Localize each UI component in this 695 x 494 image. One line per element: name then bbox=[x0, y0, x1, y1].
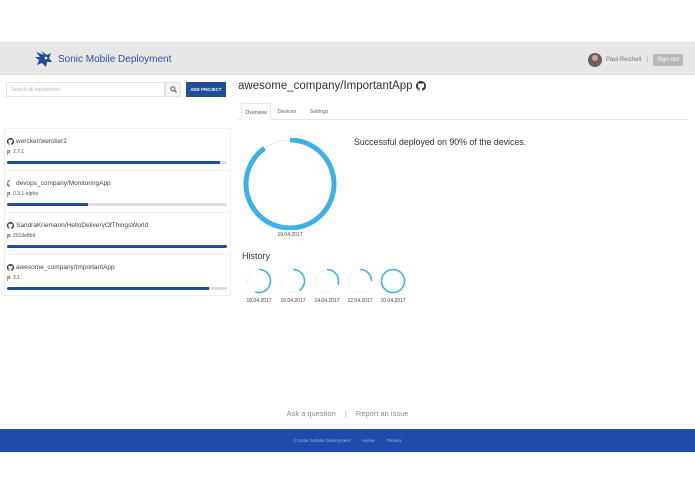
repo-version-row: 0.3.1-alpha bbox=[7, 191, 38, 197]
deploy-progress-bar bbox=[7, 245, 227, 248]
history-date: 18.04.2017 bbox=[246, 298, 272, 304]
tag-icon bbox=[7, 149, 11, 155]
footer-privacy-link[interactable]: Privacy bbox=[387, 438, 402, 443]
tag-icon bbox=[7, 233, 11, 239]
repo-list: wercker/wercker2 2.7.1 devops_company/Mo… bbox=[4, 128, 231, 296]
footer-home-link[interactable]: Home bbox=[362, 438, 374, 443]
footer-link-separator: | bbox=[344, 409, 347, 418]
current-deployment-date: 19.04.2017 bbox=[277, 232, 303, 238]
navbar: Sonic Mobile Deployment Paul Reichelt | … bbox=[0, 42, 695, 75]
user-name[interactable]: Paul Reichelt bbox=[606, 57, 641, 63]
github-icon bbox=[7, 222, 14, 229]
brand-name: Sonic Mobile Deployment bbox=[58, 53, 172, 65]
repo-version: 3.1 bbox=[13, 275, 20, 281]
search-icon bbox=[169, 86, 177, 93]
sonic-logo-icon bbox=[35, 51, 52, 67]
repo-name: wercker/wercker2 bbox=[16, 138, 67, 145]
repo-version: 0.3.1-alpha bbox=[13, 191, 39, 197]
history-date: 14.04.2017 bbox=[314, 298, 340, 304]
current-deployment-ring bbox=[243, 138, 337, 230]
page: Sonic Mobile Deployment Paul Reichelt | … bbox=[0, 0, 695, 494]
project-title-text: awesome_company/ImportantApp bbox=[238, 80, 413, 92]
history-date: 12.04.2017 bbox=[347, 298, 373, 304]
footer-dot: · bbox=[379, 438, 382, 443]
repo-item[interactable]: SandraKriemann/HelloDeliveryOfThingsWorl… bbox=[4, 212, 231, 254]
user-area: Paul Reichelt | Sign out bbox=[588, 51, 683, 68]
repo-name-row: awesome_company/ImportantApp bbox=[7, 264, 115, 271]
history-ring bbox=[280, 268, 306, 294]
deploy-progress-fill bbox=[7, 161, 221, 164]
ask-question-link[interactable]: Ask a question bbox=[287, 409, 336, 418]
repo-item[interactable]: awesome_company/ImportantApp 3.1 bbox=[4, 254, 231, 296]
repo-version-row: 3.1 bbox=[7, 275, 20, 281]
github-icon[interactable] bbox=[415, 81, 426, 91]
footer-dot: · bbox=[355, 438, 357, 443]
tag-icon bbox=[7, 191, 11, 197]
deploy-progress-bar bbox=[7, 287, 227, 290]
tab-devices[interactable]: Devices bbox=[274, 103, 300, 120]
deploy-progress-bar bbox=[7, 203, 227, 206]
repo-item[interactable]: devops_company/MonitoringApp 0.3.1-alpha bbox=[4, 170, 231, 212]
deploy-progress-fill bbox=[7, 245, 227, 248]
footer-bar: © Sonic Mobile Deployment · Home · Priva… bbox=[0, 429, 695, 452]
deploy-progress-fill bbox=[7, 203, 89, 206]
github-icon bbox=[7, 264, 14, 271]
deploy-progress-fill bbox=[7, 287, 210, 290]
copyright: © Sonic Mobile Deployment bbox=[293, 438, 351, 443]
repo-version: 2.7.1 bbox=[13, 149, 25, 155]
sign-out-button[interactable]: Sign out bbox=[652, 53, 683, 66]
tab-settings[interactable]: Settings bbox=[304, 103, 334, 120]
avatar[interactable] bbox=[588, 52, 603, 67]
github-icon bbox=[7, 180, 11, 187]
tab-overview[interactable]: Overview bbox=[241, 103, 271, 120]
repo-name: devops_company/MonitoringApp bbox=[16, 180, 111, 187]
repo-name: SandraKriemann/HelloDeliveryOfThingsWorl… bbox=[16, 222, 149, 229]
repo-name-row: SandraKriemann/HelloDeliveryOfThingsWorl… bbox=[7, 222, 148, 229]
history-ring bbox=[380, 268, 406, 294]
report-issue-link[interactable]: Report an issue bbox=[356, 409, 409, 418]
deploy-progress-bar bbox=[7, 161, 227, 164]
repo-name-row: devops_company/MonitoringApp bbox=[7, 180, 111, 187]
history-heading: History bbox=[242, 251, 271, 261]
brand-link[interactable]: Sonic Mobile Deployment bbox=[34, 49, 171, 69]
repo-version: 201de8bd bbox=[13, 233, 36, 239]
search-input[interactable]: Search all repositories bbox=[6, 82, 165, 97]
user-separator: | bbox=[646, 56, 648, 63]
history-ring bbox=[246, 268, 272, 294]
repo-name: awesome_company/ImportantApp bbox=[16, 264, 115, 271]
repo-item[interactable]: wercker/wercker2 2.7.1 bbox=[4, 128, 231, 170]
search-button[interactable] bbox=[165, 82, 181, 97]
repo-name-row: wercker/wercker2 bbox=[7, 138, 67, 145]
footer-links: Ask a question | Report an issue bbox=[0, 409, 695, 418]
add-project-button[interactable]: ADD PROJECT bbox=[186, 82, 226, 97]
repo-version-row: 2.7.1 bbox=[7, 149, 24, 155]
project-tabs: Overview Devices Settings bbox=[238, 103, 688, 120]
history-date: 10.04.2017 bbox=[380, 298, 406, 304]
history-date: 16.04.2017 bbox=[280, 298, 306, 304]
deployment-status-message: Successful deployed on 90% of the device… bbox=[354, 137, 527, 147]
history-ring bbox=[314, 268, 340, 294]
project-title: awesome_company/ImportantApp bbox=[238, 80, 426, 92]
repo-version-row: 201de8bd bbox=[7, 233, 35, 239]
tag-icon bbox=[7, 275, 11, 281]
github-icon bbox=[7, 138, 14, 145]
history-ring bbox=[347, 268, 373, 294]
